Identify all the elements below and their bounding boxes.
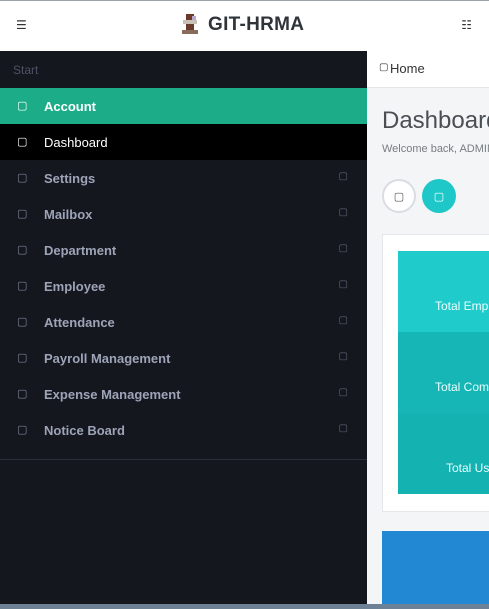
chevron-icon: ▢ [338, 279, 348, 290]
sidebar-item-notice-board[interactable]: ▢ Notice Board ▢ [0, 412, 367, 448]
stat-label: Total Companies [435, 380, 489, 394]
logo [180, 14, 200, 36]
chevron-icon: ▢ [338, 423, 348, 434]
top-bar: ☰ GIT-HRMA ☷ [0, 0, 489, 51]
building-icon: ▢ [17, 243, 28, 256]
sidebar-item-account[interactable]: ▢ Account [0, 88, 367, 124]
main-content: ▢ Home Dashboard Welcome back, ADMIN ▢ ▢… [367, 51, 489, 606]
sidebar-item-expense-management[interactable]: ▢ Expense Management ▢ [0, 376, 367, 412]
sidebar: Start ▢ Account ▢ Dashboard ▢ Settings ▢… [0, 51, 367, 609]
gear-icon: ▢ [17, 171, 28, 184]
dashboard-icon: ▢ [17, 135, 28, 148]
chevron-icon: ▢ [338, 171, 348, 182]
stat-total-companies[interactable]: Total Companies [398, 332, 489, 413]
user-icon: ▢ [17, 99, 28, 112]
users-icon: ▢ [17, 279, 28, 292]
stat-label: Total Users [446, 461, 489, 475]
brand[interactable]: GIT-HRMA [180, 14, 304, 36]
sidebar-item-settings[interactable]: ▢ Settings ▢ [0, 160, 367, 196]
stat-total-employees[interactable]: Total Employees [398, 251, 489, 332]
sidebar-item-department[interactable]: ▢ Department ▢ [0, 232, 367, 268]
bell-icon: ▢ [17, 423, 28, 436]
chevron-icon: ▢ [338, 351, 348, 362]
page-title: Dashboard [382, 107, 489, 134]
taskbar-strip [0, 604, 489, 609]
action-button-light[interactable]: ▢ [382, 179, 416, 213]
sidebar-item-employee[interactable]: ▢ Employee ▢ [0, 268, 367, 304]
blue-card [382, 531, 489, 606]
sidebar-item-label: Account [44, 99, 96, 114]
sidebar-item-label: Settings [44, 171, 96, 186]
chevron-icon: ▢ [338, 243, 348, 254]
page-subtitle: Welcome back, ADMIN [382, 143, 489, 155]
brand-name: GIT-HRMA [208, 14, 305, 35]
breadcrumb-home[interactable]: Home [390, 61, 425, 76]
breadcrumb: ▢ Home [367, 51, 489, 88]
sidebar-item-dashboard[interactable]: ▢ Dashboard [0, 124, 367, 160]
stat-label: Total Employees [435, 299, 489, 313]
sidebar-section-label: Start [13, 63, 39, 77]
action-button-teal[interactable]: ▢ [422, 179, 456, 213]
mail-icon: ▢ [17, 207, 28, 220]
sidebar-item-label: Employee [44, 279, 106, 294]
sidebar-item-label: Attendance [44, 315, 115, 330]
chevron-icon: ▢ [338, 315, 348, 326]
sidebar-item-payroll-management[interactable]: ▢ Payroll Management ▢ [0, 340, 367, 376]
sidebar-nav: ▢ Account ▢ Dashboard ▢ Settings ▢ ▢ Mai… [0, 88, 367, 448]
sidebar-item-attendance[interactable]: ▢ Attendance ▢ [0, 304, 367, 340]
chevron-icon: ▢ [338, 207, 348, 218]
menu-icon[interactable]: ☰ [16, 18, 27, 32]
user-icon[interactable]: ☷ [461, 18, 472, 32]
money-icon: ▢ [17, 351, 28, 364]
sidebar-item-label: Mailbox [44, 207, 93, 222]
home-icon[interactable]: ▢ [379, 62, 388, 73]
stat-total-users[interactable]: Total Users [398, 413, 489, 494]
stats-card: Total Employees Total Companies Total Us… [382, 234, 489, 512]
wallet-icon: ▢ [17, 387, 28, 400]
sidebar-item-label: Notice Board [44, 423, 125, 438]
calendar-icon: ▢ [17, 315, 28, 328]
stats-panel: Total Employees Total Companies Total Us… [398, 251, 489, 494]
sidebar-divider [0, 459, 367, 460]
sidebar-item-label: Payroll Management [44, 351, 171, 366]
sidebar-item-label: Dashboard [44, 135, 108, 150]
sidebar-item-mailbox[interactable]: ▢ Mailbox ▢ [0, 196, 367, 232]
sidebar-item-label: Department [44, 243, 117, 258]
sidebar-item-label: Expense Management [44, 387, 181, 402]
chevron-icon: ▢ [338, 387, 348, 398]
